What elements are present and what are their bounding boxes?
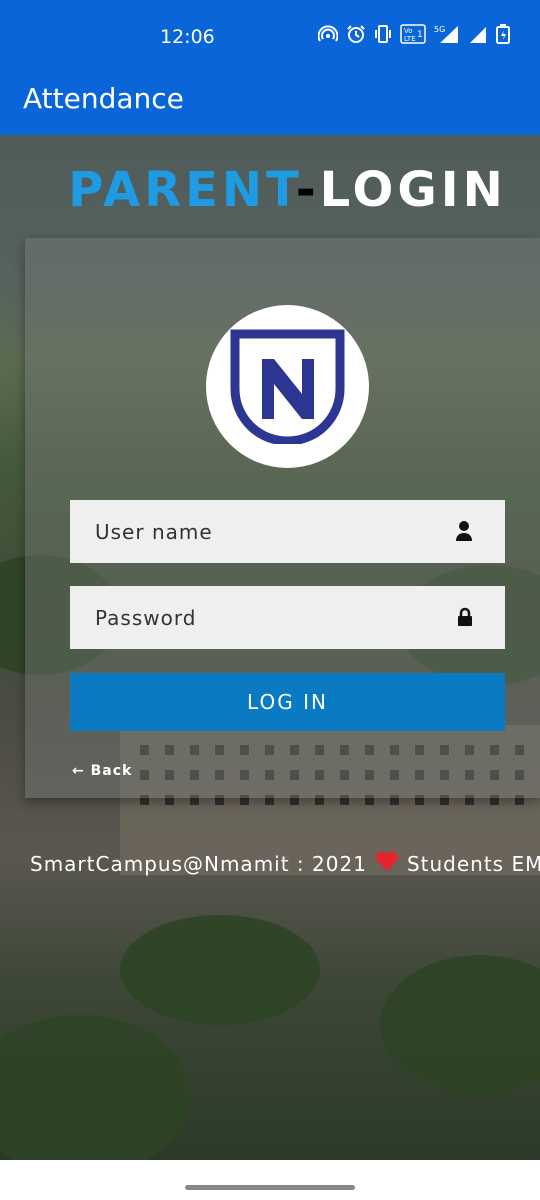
n-shield-logo-icon bbox=[230, 329, 345, 444]
headline-parent: PARENT bbox=[68, 162, 296, 218]
volte-icon: Vo LTE 1 bbox=[400, 24, 426, 44]
headline-separator: - bbox=[295, 162, 320, 218]
5g-signal-icon: 5G bbox=[434, 24, 460, 44]
svg-text:5G: 5G bbox=[434, 25, 445, 34]
tree-shape bbox=[380, 955, 540, 1095]
app-title: Attendance bbox=[23, 82, 184, 115]
footer-right-text: Students EMS bbox=[406, 851, 540, 876]
home-gesture-handle[interactable] bbox=[185, 1185, 355, 1190]
username-input[interactable] bbox=[70, 500, 455, 563]
page-headline: PARENT-LOGIN bbox=[0, 162, 540, 218]
login-button[interactable]: LOG IN bbox=[70, 673, 505, 731]
heart-icon bbox=[375, 850, 399, 877]
app-bar: Attendance bbox=[0, 70, 540, 135]
status-bar: 12:06 Vo LTE 1 5G bbox=[0, 0, 540, 70]
user-icon bbox=[455, 520, 473, 547]
signal-icon bbox=[468, 24, 488, 44]
tree-shape bbox=[120, 915, 320, 1025]
hotspot-icon bbox=[317, 24, 339, 44]
alarm-icon bbox=[346, 24, 366, 44]
svg-text:1: 1 bbox=[417, 30, 423, 40]
navigation-bar bbox=[0, 1160, 540, 1200]
battery-icon bbox=[496, 24, 510, 44]
status-time: 12:06 bbox=[160, 26, 215, 48]
tree-shape bbox=[0, 1015, 190, 1160]
password-field[interactable] bbox=[70, 586, 505, 649]
status-icons: Vo LTE 1 5G bbox=[317, 24, 510, 44]
login-panel: LOG IN ← Back bbox=[25, 238, 540, 798]
svg-text:LTE: LTE bbox=[404, 35, 416, 43]
vibrate-icon bbox=[374, 24, 392, 44]
footer-credit: SmartCampus@Nmamit : 2021 Students EMS bbox=[30, 850, 540, 877]
institution-logo bbox=[206, 305, 369, 468]
svg-text:Vo: Vo bbox=[404, 27, 413, 35]
back-link[interactable]: ← Back bbox=[72, 763, 132, 779]
headline-login: LOGIN bbox=[319, 162, 507, 218]
password-input[interactable] bbox=[70, 586, 455, 649]
username-field[interactable] bbox=[70, 500, 505, 563]
footer-left-text: SmartCampus@Nmamit : 2021 bbox=[30, 851, 367, 876]
lock-icon bbox=[457, 606, 473, 633]
